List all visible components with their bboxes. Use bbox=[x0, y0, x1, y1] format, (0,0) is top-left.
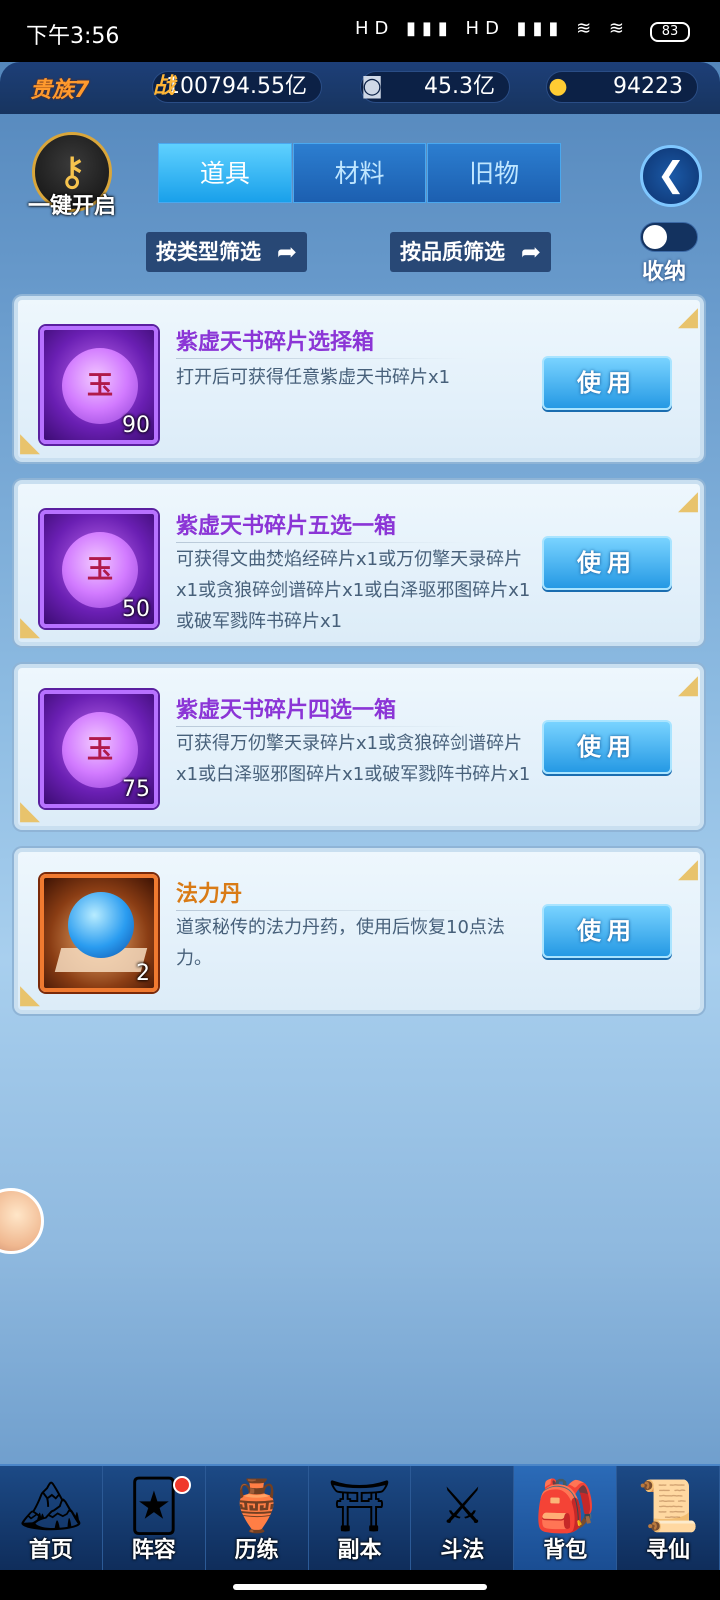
copper-coin-icon: ◙ bbox=[361, 74, 383, 99]
item-name: 紫虚天书碎片五选一箱 bbox=[176, 514, 397, 539]
gold-value: 94223 bbox=[613, 74, 683, 99]
back-arrow-icon: ❮ bbox=[656, 155, 686, 195]
use-button[interactable]: 使用 bbox=[542, 536, 672, 590]
arrow-icon: ➦ bbox=[276, 238, 297, 266]
coin-display[interactable]: ◙ 45.3亿 bbox=[360, 71, 510, 103]
coin-value: 45.3亿 bbox=[424, 74, 495, 99]
nav-label: 首页 bbox=[28, 1538, 73, 1563]
currency-bar: 贵族7 战 100794.55亿 ◙ 45.3亿 ● 94223 bbox=[0, 62, 720, 114]
collect-toggle[interactable] bbox=[640, 222, 698, 252]
nav-item-backpack[interactable]: 🎒 背包 bbox=[514, 1466, 618, 1570]
item-quantity: 75 bbox=[122, 777, 150, 802]
nav-item-lineup[interactable]: 🃏 阵容 bbox=[103, 1466, 206, 1570]
corner-ornament-icon: ◢ bbox=[678, 486, 698, 516]
corner-ornament-icon: ◢ bbox=[678, 854, 698, 884]
power-value: 100794.55亿 bbox=[166, 74, 307, 99]
home-mountain-icon: 🏔 bbox=[19, 1477, 83, 1535]
item-name: 紫虚天书碎片选择箱 bbox=[176, 330, 375, 355]
mana-pill-orb-icon bbox=[68, 892, 134, 958]
nav-item-training[interactable]: 🏺 历练 bbox=[206, 1466, 309, 1570]
nav-item-home[interactable]: 🏔 首页 bbox=[0, 1466, 103, 1570]
nav-label: 背包 bbox=[543, 1538, 588, 1563]
collect-label: 收纳 bbox=[642, 260, 687, 285]
floating-assistant-avatar[interactable] bbox=[0, 1188, 44, 1254]
toggle-knob bbox=[643, 225, 667, 249]
dungeon-gate-icon: ⛩ bbox=[327, 1477, 392, 1535]
filter-by-type-label: 按类型筛选 bbox=[156, 240, 261, 264]
filter-by-quality-label: 按品质筛选 bbox=[400, 240, 505, 264]
scroll-icon: 📜 bbox=[636, 1477, 700, 1535]
home-indicator[interactable] bbox=[233, 1584, 487, 1590]
item-description: 可获得文曲焚焰经碎片x1或万仞擎天录碎片x1或贪狼碎剑谱碎片x1或白泽驱邪图碎片… bbox=[176, 549, 531, 632]
use-button[interactable]: 使用 bbox=[542, 720, 672, 774]
nav-label: 历练 bbox=[234, 1538, 279, 1563]
nav-label: 副本 bbox=[337, 1538, 382, 1563]
duel-swords-icon: ⚔ bbox=[439, 1477, 485, 1535]
divider bbox=[176, 726, 466, 727]
item-card: ◢ ◣ 玉 90 紫虚天书碎片选择箱 打开后可获得任意紫虚天书碎片x1 使用 bbox=[14, 296, 704, 462]
item-description: 可获得万仞擎天录碎片x1或贪狼碎剑谱碎片x1或白泽驱邪图碎片x1或破军戮阵书碎片… bbox=[176, 733, 531, 785]
nav-item-seek-immortal[interactable]: 📜 寻仙 bbox=[617, 1466, 720, 1570]
tab-props[interactable]: 道具 bbox=[158, 143, 292, 203]
use-button[interactable]: 使用 bbox=[542, 904, 672, 958]
bottom-navigation: 🏔 首页 🃏 阵容 🏺 历练 ⛩ 副本 ⚔ 斗法 🎒 背包 📜 寻仙 bbox=[0, 1464, 720, 1570]
tab-old-items[interactable]: 旧物 bbox=[427, 143, 562, 203]
item-icon[interactable]: 2 bbox=[40, 874, 158, 992]
item-card: ◢ ◣ 玉 75 紫虚天书碎片四选一箱 可获得万仞擎天录碎片x1或贪狼碎剑谱碎片… bbox=[14, 664, 704, 830]
item-description: 打开后可获得任意紫虚天书碎片x1 bbox=[176, 367, 451, 388]
filter-by-quality-button[interactable]: 按品质筛选 ➦ bbox=[390, 232, 551, 272]
item-name: 法力丹 bbox=[176, 882, 243, 907]
nav-label: 阵容 bbox=[131, 1538, 176, 1563]
signal-wifi-icons: HD ▮▮▮ HD ▮▮▮ ≋ ≋ bbox=[355, 18, 630, 39]
item-quantity: 90 bbox=[122, 413, 150, 438]
one-key-open-label: 一键开启 bbox=[27, 194, 116, 219]
notification-badge bbox=[172, 1476, 191, 1494]
corner-ornament-icon: ◣ bbox=[20, 612, 40, 642]
nav-item-dungeon[interactable]: ⛩ 副本 bbox=[309, 1466, 412, 1570]
nav-label: 斗法 bbox=[440, 1538, 485, 1563]
gold-display[interactable]: ● 94223 bbox=[546, 71, 698, 103]
back-button[interactable]: ❮ bbox=[640, 145, 702, 207]
vip-level[interactable]: 贵族7 bbox=[30, 72, 89, 104]
use-button[interactable]: 使用 bbox=[542, 356, 672, 410]
item-icon[interactable]: 玉 90 bbox=[40, 326, 158, 444]
status-time: 下午3:56 bbox=[26, 24, 120, 49]
corner-ornament-icon: ◣ bbox=[20, 980, 40, 1010]
divider bbox=[176, 542, 466, 543]
lineup-cards-icon: 🃏 bbox=[128, 1477, 180, 1535]
corner-ornament-icon: ◢ bbox=[678, 670, 698, 700]
status-bar: 下午3:56 HD ▮▮▮ HD ▮▮▮ ≋ ≋ 83 bbox=[0, 0, 720, 62]
nav-item-duel[interactable]: ⚔ 斗法 bbox=[411, 1466, 515, 1570]
arrow-icon: ➦ bbox=[520, 238, 541, 266]
item-icon[interactable]: 玉 75 bbox=[40, 690, 158, 808]
item-description: 道家秘传的法力丹药，使用后恢复10点法力。 bbox=[176, 917, 505, 969]
gesture-bar bbox=[0, 1570, 720, 1600]
corner-ornament-icon: ◣ bbox=[20, 796, 40, 826]
power-icon: 战 bbox=[152, 74, 175, 99]
tab-materials[interactable]: 材料 bbox=[292, 143, 427, 203]
divider bbox=[176, 910, 466, 911]
item-icon[interactable]: 玉 50 bbox=[40, 510, 158, 628]
divider bbox=[176, 358, 466, 359]
training-gourd-icon: 🏺 bbox=[225, 1477, 288, 1535]
backpack-icon: 🎒 bbox=[534, 1477, 597, 1535]
nav-label: 寻仙 bbox=[646, 1538, 691, 1563]
filter-by-type-button[interactable]: 按类型筛选 ➦ bbox=[146, 232, 307, 272]
item-name: 紫虚天书碎片四选一箱 bbox=[176, 698, 397, 723]
item-quantity: 50 bbox=[122, 597, 150, 622]
battery-icon: 83 bbox=[650, 22, 690, 42]
gold-ingot-icon: ● bbox=[548, 74, 568, 99]
item-card: ◢ ◣ 玉 50 紫虚天书碎片五选一箱 可获得文曲焚焰经碎片x1或万仞擎天录碎片… bbox=[14, 480, 704, 646]
item-card: ◢ ◣ 2 法力丹 道家秘传的法力丹药，使用后恢复10点法力。 使用 bbox=[14, 848, 704, 1014]
power-display: 战 100794.55亿 bbox=[152, 71, 322, 103]
corner-ornament-icon: ◣ bbox=[20, 428, 40, 458]
item-quantity: 2 bbox=[136, 961, 150, 986]
one-key-open-button[interactable]: ⚷ 一键开启 bbox=[22, 132, 122, 222]
bag-tabs: 道具 材料 旧物 bbox=[158, 143, 562, 203]
corner-ornament-icon: ◢ bbox=[678, 302, 698, 332]
